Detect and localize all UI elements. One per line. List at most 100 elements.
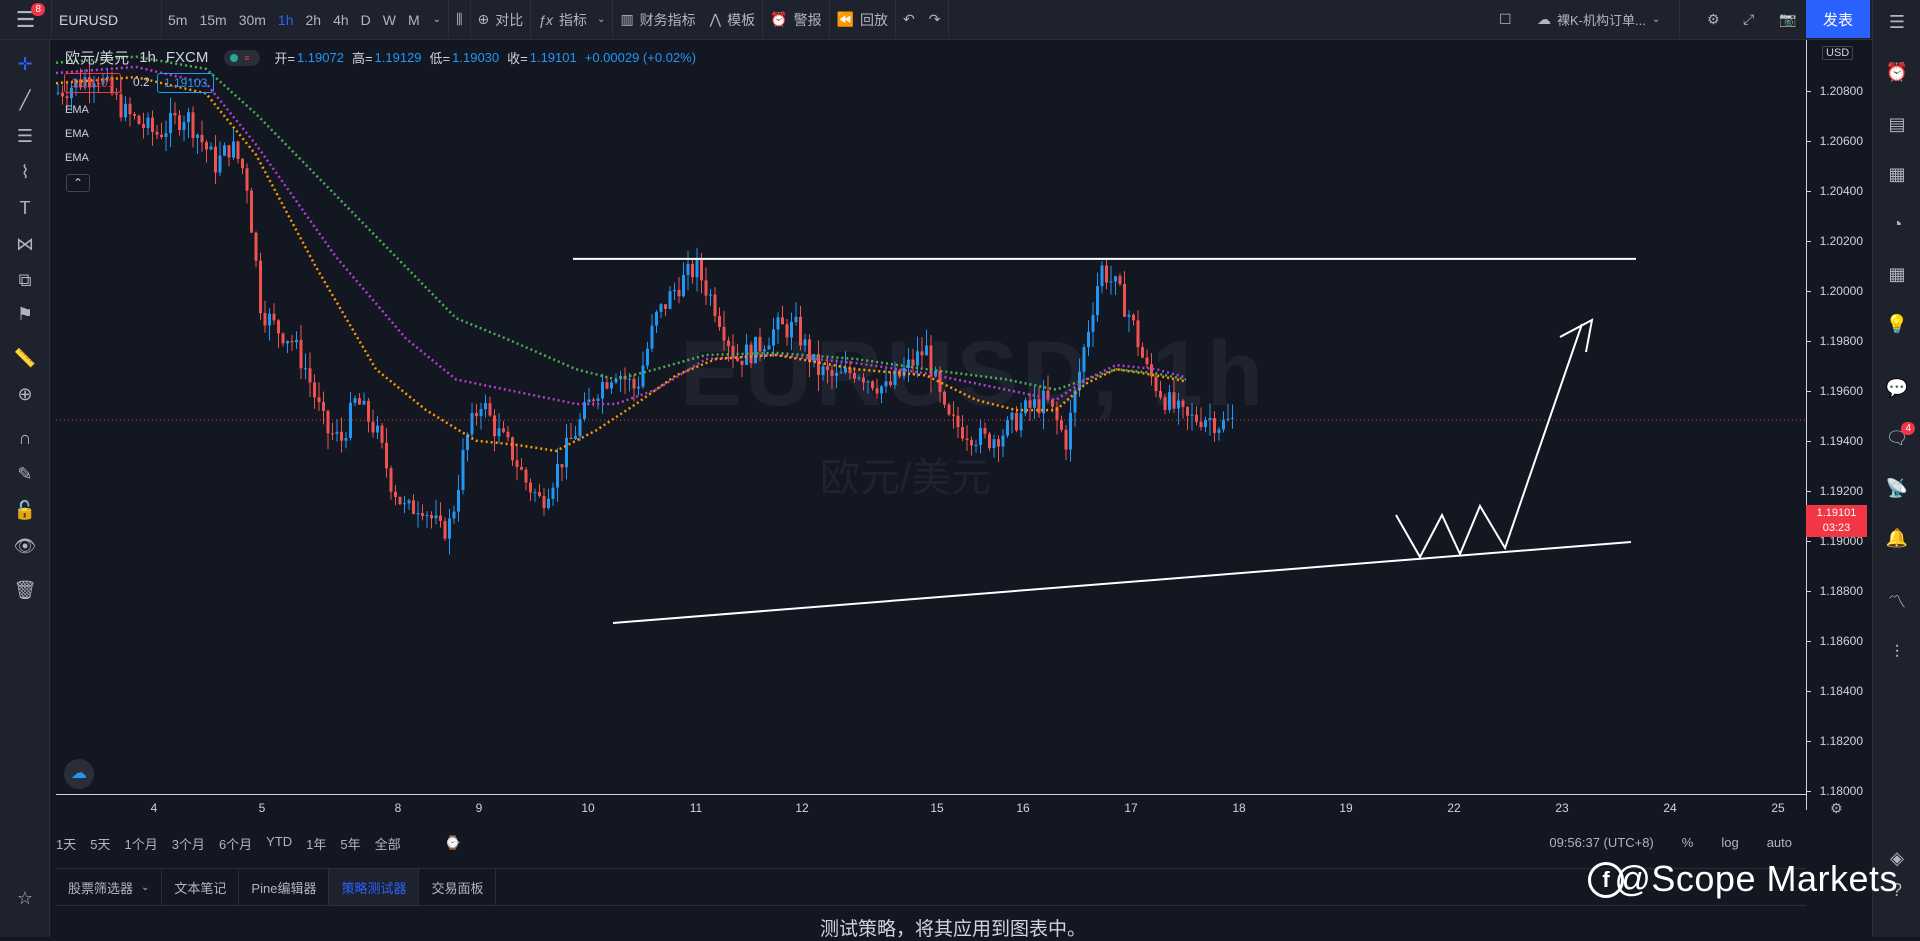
currency-label[interactable]: USD [1822,46,1854,60]
news-icon[interactable]: ▤ [1885,112,1909,136]
pattern-icon[interactable]: ⌇ [13,160,37,184]
goto-date-icon[interactable]: ⌚ [445,835,461,851]
tab-bottom-panel[interactable]: Pine编辑器 [239,869,330,905]
ema-label-1[interactable]: EMA [65,104,89,116]
axis-settings-icon[interactable]: ⚙ [1830,800,1843,817]
streams-icon[interactable]: 📡 [1885,476,1909,500]
layout-button[interactable]: ☁ 裸K-机构订单... ⌄ [1530,0,1680,40]
range-button[interactable]: 全部 [375,834,401,853]
collapse-legend-button[interactable]: ⌃ [66,174,90,192]
compare-button[interactable]: ⊕ 对比 [471,0,532,40]
watchlist-icon[interactable]: ☰ [1885,10,1909,34]
symbol-search[interactable]: EURUSD [52,0,162,40]
brush-icon[interactable]: ⚑ [13,302,37,326]
candle-body [178,115,181,130]
cloud-sync-button[interactable]: ☁ [64,759,94,789]
candle-body [1136,320,1140,348]
crosshair-icon[interactable]: ✛ [13,52,37,76]
order-panel-icon[interactable]: ⫶ [1885,640,1909,664]
fullscreen-button[interactable]: ⤢ [1736,0,1761,40]
snapshot-button[interactable]: 📷 [1772,0,1803,40]
tab-bottom-panel[interactable]: 文本笔记 [162,869,240,905]
interval-D[interactable]: D [355,0,377,40]
calendar-icon[interactable]: ▦ [1885,262,1909,286]
settings-button[interactable]: ⚙ [1700,0,1727,40]
candle-body [200,134,204,143]
interval-4h[interactable]: 4h [327,0,355,40]
alert-button[interactable]: ⏰ 警报 [763,0,830,40]
financials-button[interactable]: ▥ 财务指标 [613,0,702,40]
range-button[interactable]: 3个月 [172,834,205,853]
tab-bottom-panel[interactable]: 股票筛选器 ⌄ [56,869,163,905]
candle-body [223,145,226,156]
price-tick: 1.20200 [1807,234,1873,248]
auto-scale-button[interactable]: auto [1767,835,1792,850]
hotlist-icon[interactable]: ◔ [1885,212,1909,236]
notifications-icon[interactable]: 🔔 [1885,526,1909,550]
interval-15m[interactable]: 15m [193,0,232,40]
candle-body [992,439,996,449]
range-button[interactable]: 5天 [90,834,110,853]
prediction-icon[interactable]: ⋈ [13,232,37,256]
lock-drawing-icon[interactable]: ✎ [13,462,37,486]
trend-line-icon[interactable]: ╱ [13,88,37,112]
ema-label-2[interactable]: EMA [65,128,89,140]
messages-icon[interactable]: 🗨 4 [1885,422,1915,450]
magnet-icon[interactable]: ∩ [13,426,37,450]
range-button[interactable]: 1个月 [124,834,157,853]
range-button[interactable]: 1年 [306,834,326,853]
price-chart[interactable] [56,40,1806,794]
range-button[interactable]: YTD [266,834,292,853]
interval-30m[interactable]: 30m [233,0,272,40]
trash-icon[interactable]: 🗑 [13,578,37,602]
candle-body [556,464,559,488]
sell-price[interactable]: 1.19101 [64,73,122,93]
interval-5m[interactable]: 5m [162,0,193,40]
data-window-icon[interactable]: ▦ [1885,162,1909,186]
star-icon[interactable]: ☆ [13,886,37,910]
interval-W[interactable]: W [377,0,402,40]
range-button[interactable]: 5年 [340,834,360,853]
menu-button[interactable]: ☰ 8 [0,0,52,40]
chat-icon[interactable]: 💬 [1885,376,1909,400]
redo-button[interactable]: ↷ [922,0,949,40]
tab-bottom-panel[interactable]: 策略测试器 [329,869,420,905]
range-button[interactable]: 1天 [56,834,76,853]
alarm-icon[interactable]: ⏰ [1885,60,1909,84]
position-icon[interactable]: ⧉ [13,268,37,292]
ema-label-3[interactable]: EMA [65,152,89,164]
indicators-button[interactable]: ƒx 指标 ⌄ [531,0,614,40]
interval-M[interactable]: M [402,0,426,40]
trading-icon[interactable]: 〽 [1885,590,1909,614]
price-axis[interactable]: 1.20800 1.20600 1.20400 1.20200 1.20000 1.198… [1806,40,1872,810]
lock-icon[interactable]: 🔓 [13,498,37,522]
interval-1h[interactable]: 1h [272,0,300,40]
range-button[interactable]: 6个月 [219,834,252,853]
candle-body [353,398,357,403]
time-axis[interactable]: 4 5 8 9 10 11 12 15 16 17 18 19 22 23 24 25 [56,794,1806,818]
market-status-toggle[interactable]: ≡ [224,49,261,66]
interval-chevron-icon[interactable]: ⌄ [426,0,450,40]
fullscreen-select-button[interactable]: ☐ [1492,0,1519,40]
interval-2h[interactable]: 2h [300,0,328,40]
publish-button[interactable]: 发表 [1806,0,1870,38]
templates-button[interactable]: ⋀ 模板 [703,0,764,40]
ruler-icon[interactable]: 📏 [13,346,37,370]
tab-bottom-panel[interactable]: 交易面板 [419,869,497,905]
replay-button[interactable]: ⏪ 回放 [830,0,897,40]
log-scale-button[interactable]: log [1721,835,1738,850]
buy-price[interactable]: 1.19103 [157,73,215,93]
change-value: +0.00029 (+0.02%) [584,50,697,65]
percent-scale-button[interactable]: % [1682,835,1694,850]
clock-time[interactable]: 09:56:37 (UTC+8) [1549,835,1653,850]
eye-icon[interactable]: 👁 [13,534,37,558]
ideas-icon[interactable]: 💡 [1885,312,1909,336]
candle-body [772,329,775,346]
text-icon[interactable]: T [13,196,37,220]
zoom-icon[interactable]: ⊕ [13,382,37,406]
candle-body [1172,392,1176,409]
fib-icon[interactable]: ☰ [13,124,37,148]
candle-body [983,428,987,434]
undo-button[interactable]: ↶ [896,0,922,40]
chart-type-button[interactable]: ⫼ [449,0,471,40]
